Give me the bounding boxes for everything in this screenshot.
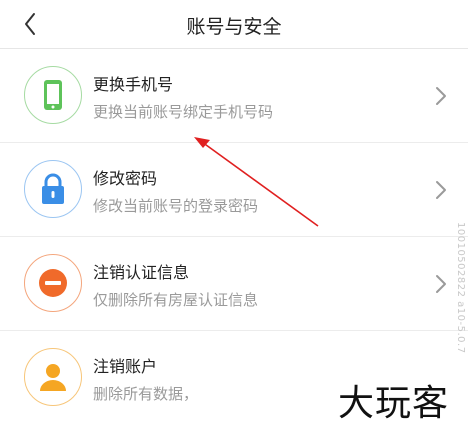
watermark-brand-text: 大玩客 xyxy=(338,383,450,424)
watermark-version-text: 10010502822 a10-5.0.7 xyxy=(455,222,466,354)
page-title: 账号与安全 xyxy=(186,16,282,38)
chevron-right-icon xyxy=(436,87,446,105)
row-title: 注销账户 xyxy=(93,357,158,376)
change-password-row[interactable]: 修改密码 修改当前账号的登录密码 xyxy=(0,143,468,237)
minus-icon-circle xyxy=(24,254,82,312)
minus-circle-icon xyxy=(39,269,67,297)
app-header: 账号与安全 xyxy=(0,0,468,49)
lock-icon-circle xyxy=(24,160,82,218)
user-icon-circle xyxy=(24,348,82,406)
row-subtitle: 修改当前账号的登录密码 xyxy=(93,197,259,215)
cancel-verification-row[interactable]: 注销认证信息 仅删除所有房屋认证信息 xyxy=(0,237,468,331)
row-title: 更换手机号 xyxy=(93,75,174,94)
row-subtitle: 删除所有数据， xyxy=(93,385,199,403)
row-title: 注销认证信息 xyxy=(93,263,190,282)
phone-icon xyxy=(44,80,62,110)
user-icon xyxy=(40,364,66,391)
row-title: 修改密码 xyxy=(93,169,158,188)
chevron-right-icon xyxy=(436,181,446,199)
row-subtitle: 更换当前账号绑定手机号码 xyxy=(93,103,274,121)
lock-icon xyxy=(42,173,64,204)
change-phone-row[interactable]: 更换手机号 更换当前账号绑定手机号码 xyxy=(0,49,468,143)
settings-list: 更换手机号 更换当前账号绑定手机号码 修改密码 修改当前账号的登录密码 注销认证… xyxy=(0,49,468,424)
chevron-right-icon xyxy=(436,275,446,293)
row-subtitle: 仅删除所有房屋认证信息 xyxy=(93,291,259,309)
phone-icon-circle xyxy=(24,66,82,124)
